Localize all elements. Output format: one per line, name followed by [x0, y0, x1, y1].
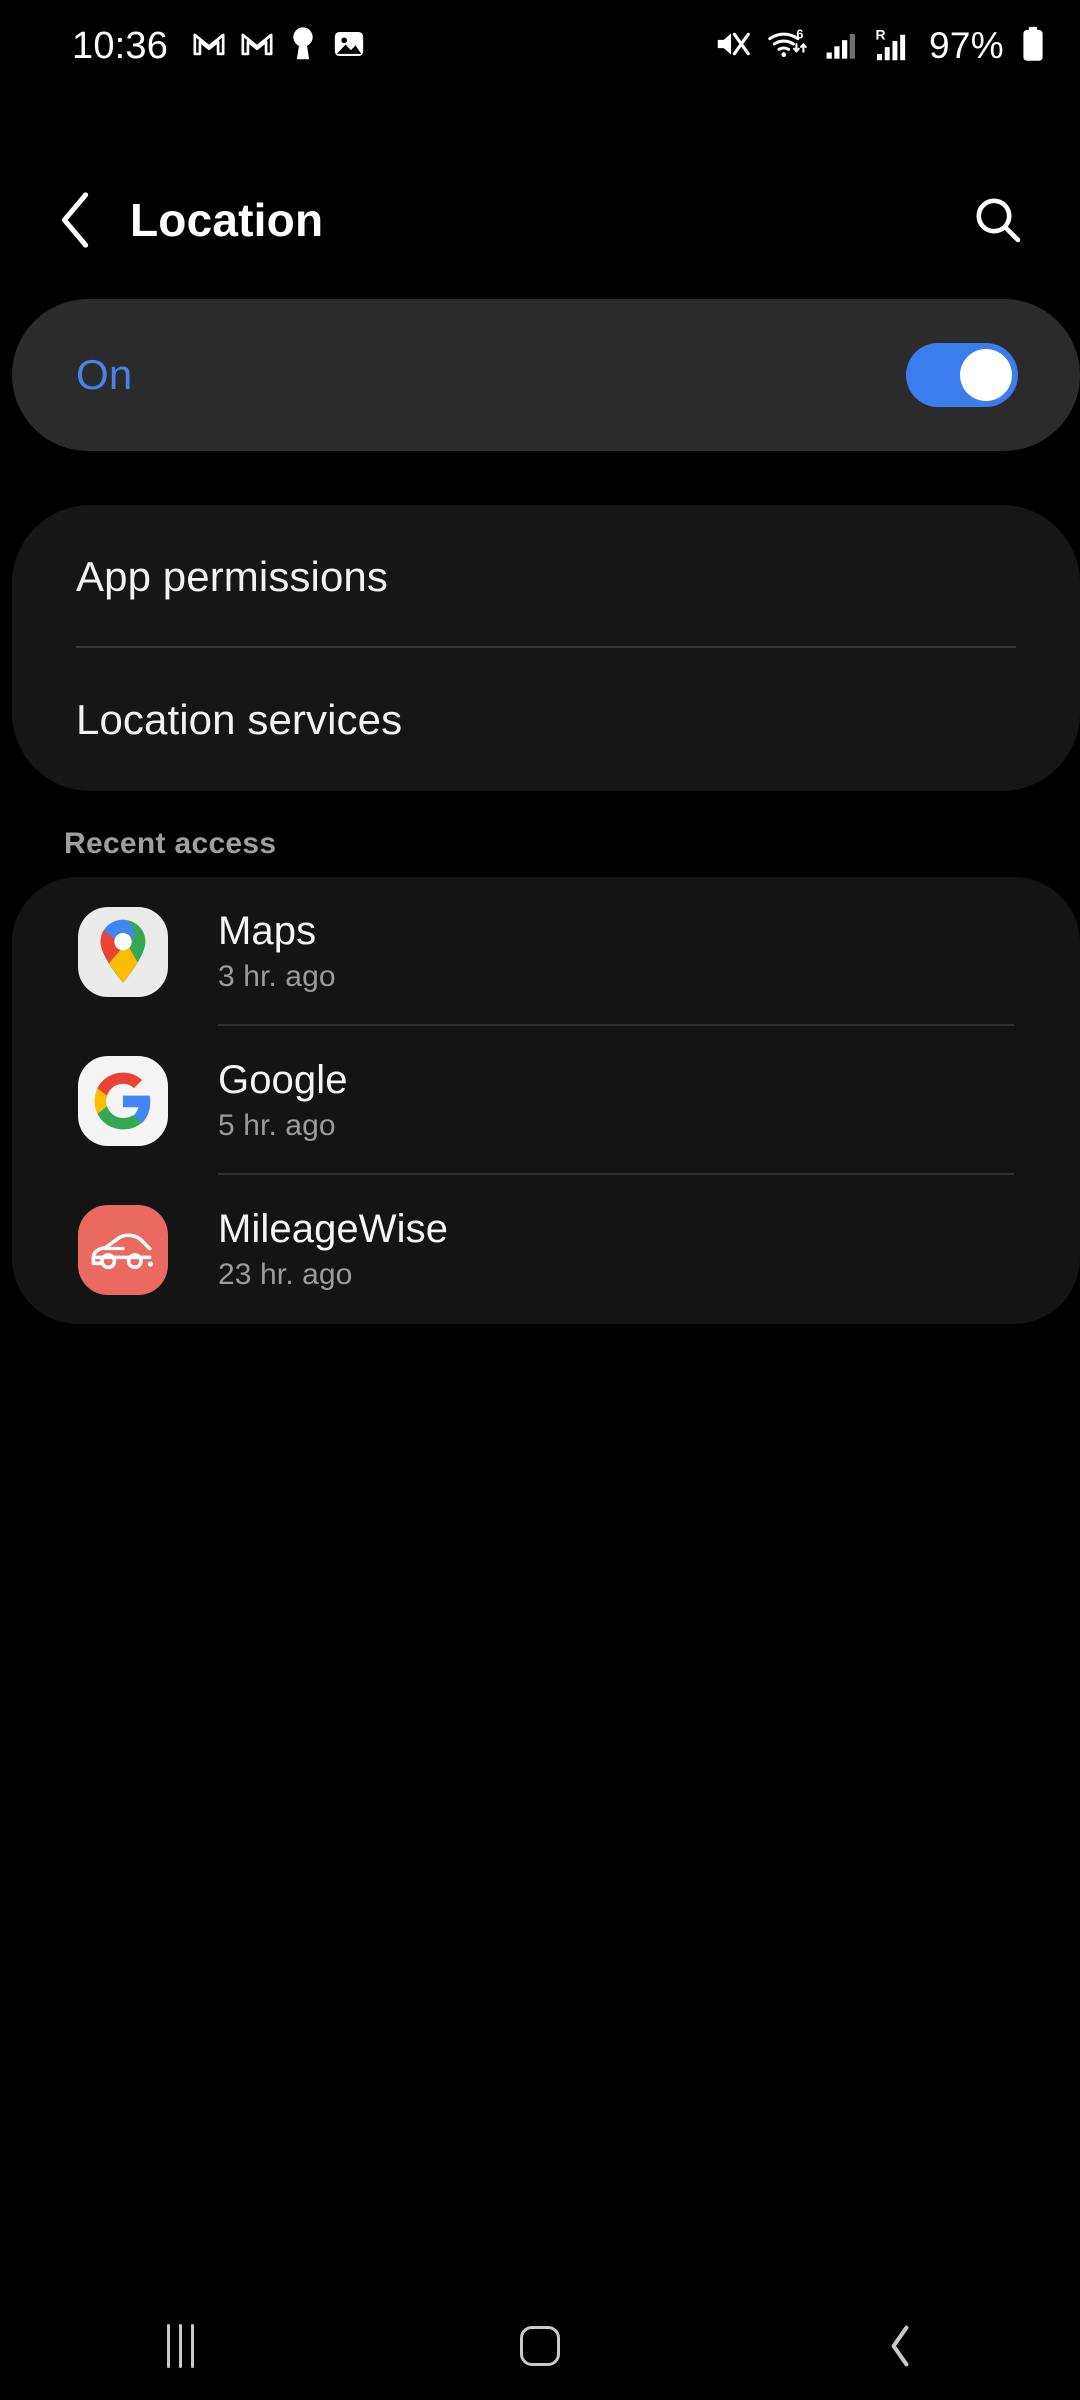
photo-icon: [332, 27, 366, 66]
location-toggle-card[interactable]: On: [12, 299, 1080, 451]
mileagewise-car-icon: [78, 1204, 168, 1295]
list-item[interactable]: Google 5 hr. ago: [12, 1026, 1080, 1175]
gmail-icon: [240, 27, 274, 66]
menu-item-app-permissions[interactable]: App permissions: [12, 505, 1080, 648]
roaming-signal-icon: R: [875, 26, 913, 66]
recents-icon: [166, 2324, 194, 2368]
recents-button[interactable]: [0, 2292, 360, 2400]
recent-access-header: Recent access: [64, 827, 277, 860]
status-time: 10:36: [72, 24, 169, 67]
signal-icon: [825, 28, 859, 65]
status-bar-left: 10:36: [72, 25, 366, 68]
list-item-text: MileageWise 23 hr. ago: [218, 1207, 448, 1292]
google-maps-icon: [78, 906, 168, 997]
status-bar: 10:36 6 R 97%: [0, 0, 1080, 92]
gmail-icon: [192, 27, 226, 66]
keyhole-icon: [288, 26, 318, 67]
svg-text:R: R: [875, 27, 885, 42]
location-toggle-switch[interactable]: [906, 343, 1018, 407]
app-access-time: 5 hr. ago: [218, 1109, 336, 1142]
menu-item-label: App permissions: [76, 552, 388, 600]
location-menu-card: App permissions Location services: [12, 505, 1080, 791]
list-item-text: Google 5 hr. ago: [218, 1058, 348, 1143]
recent-access-card: Maps 3 hr. ago Google 5 hr. ago MileageW…: [12, 877, 1080, 1324]
app-name: Google: [218, 1058, 348, 1102]
status-bar-right: 6 R 97%: [715, 25, 1046, 67]
back-chevron-icon: [61, 192, 89, 248]
app-access-time: 23 hr. ago: [218, 1258, 353, 1291]
back-icon: [891, 2325, 909, 2367]
mute-icon: [715, 28, 751, 65]
home-icon: [520, 2326, 560, 2366]
home-button[interactable]: [360, 2292, 720, 2400]
menu-item-label: Location services: [76, 695, 403, 743]
app-name: MileageWise: [218, 1207, 449, 1251]
google-g-icon: [78, 1055, 168, 1146]
battery-full-icon: [1020, 26, 1046, 67]
toggle-knob: [960, 349, 1012, 401]
navigation-bar: [0, 2292, 1080, 2400]
phone-screen: 10:36 6 R 97% Location On App permission…: [0, 0, 1080, 2400]
location-toggle-label: On: [76, 351, 133, 398]
list-item-text: Maps 3 hr. ago: [218, 909, 336, 994]
back-button[interactable]: [28, 172, 124, 268]
battery-percent: 97%: [929, 25, 1004, 66]
list-item[interactable]: Maps 3 hr. ago: [12, 877, 1080, 1026]
wifi-6-icon: 6: [767, 27, 809, 66]
app-name: Maps: [218, 909, 317, 953]
svg-text:6: 6: [796, 27, 803, 41]
app-access-time: 3 hr. ago: [218, 960, 336, 993]
back-nav-button[interactable]: [720, 2292, 1080, 2400]
page-title: Location: [130, 194, 324, 246]
app-bar: Location: [0, 160, 1080, 280]
menu-item-location-services[interactable]: Location services: [12, 648, 1080, 791]
list-item[interactable]: MileageWise 23 hr. ago: [12, 1175, 1080, 1324]
search-button[interactable]: [952, 174, 1044, 266]
search-icon: [976, 198, 1021, 243]
